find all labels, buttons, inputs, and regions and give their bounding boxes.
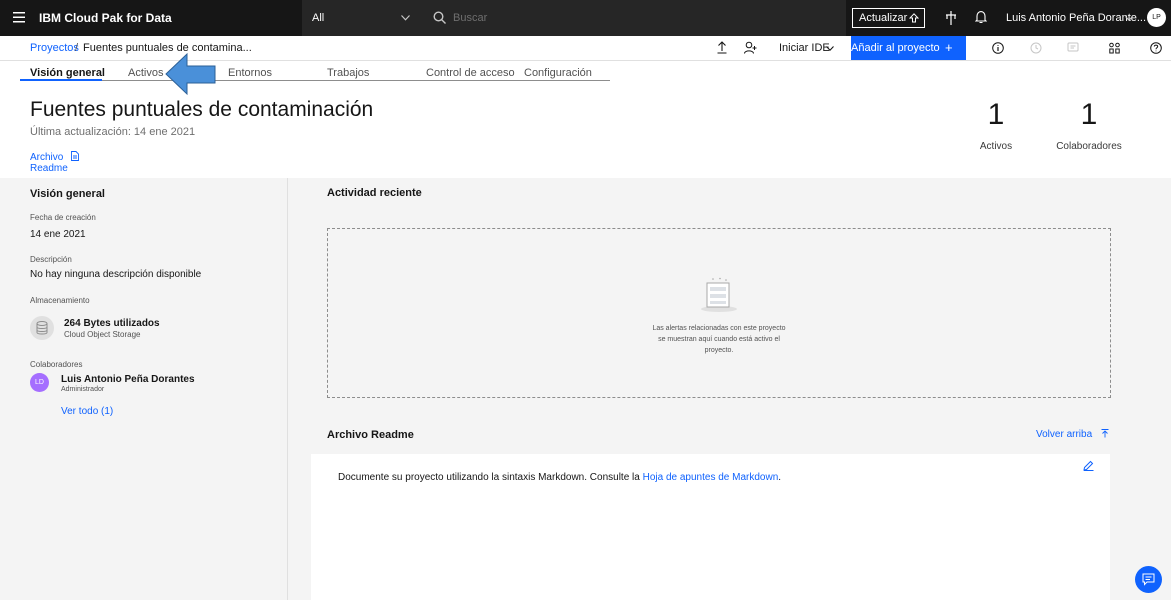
hamburger-menu-icon[interactable] <box>13 12 25 23</box>
storage-used: 264 Bytes utilizados <box>64 318 160 329</box>
description-label: Descripción <box>30 255 72 264</box>
upload-icon[interactable] <box>717 41 727 54</box>
collaborator-role: Administrador <box>61 386 105 393</box>
upgrade-label: Actualizar <box>859 12 908 24</box>
view-all-collaborators-link[interactable]: Ver todo (1) <box>61 406 113 417</box>
readme-text-body: Documente su proyecto utilizando la sint… <box>338 472 640 483</box>
back-to-top-link[interactable]: Volver arriba <box>1036 429 1109 440</box>
collaborator-name: Luis Antonio Peña Dorantes <box>61 374 195 385</box>
readme-content: Documente su proyecto utilizando la sint… <box>311 454 1110 600</box>
page-title: Fuentes puntuales de contaminación <box>30 98 374 121</box>
pin-icon[interactable] <box>945 11 957 25</box>
history-icon <box>1030 42 1042 54</box>
chat-help-button[interactable] <box>1135 566 1162 593</box>
collaborators-count: 1 <box>1080 98 1098 131</box>
scope-dropdown[interactable]: All <box>302 0 424 36</box>
creation-date-value: 14 ene 2021 <box>30 229 86 240</box>
document-icon <box>71 151 80 161</box>
empty-state-line-1: Las alertas relacionadas con este proyec… <box>652 325 786 332</box>
collaborators-count-label: Colaboradores <box>1056 141 1122 152</box>
active-tab-indicator <box>20 79 102 81</box>
assets-count: 1 <box>987 98 1005 131</box>
user-menu-chevron-icon[interactable] <box>1125 16 1133 21</box>
archive-link-label: Archivo <box>30 152 64 163</box>
storage-type: Cloud Object Storage <box>64 330 141 339</box>
search-placeholder: Buscar <box>453 12 488 24</box>
collaborator-avatar: LD <box>30 373 49 392</box>
plus-icon: + <box>945 40 953 55</box>
info-icon[interactable] <box>992 42 1004 54</box>
description-value: No hay ninguna descripción disponible <box>30 269 202 280</box>
recent-activity-empty-state: Las alertas relacionadas con este proyec… <box>327 228 1111 398</box>
project-tabs: Visión general Activos Entornos Trabajos… <box>0 60 610 81</box>
collaborators-label: Colaboradores <box>30 360 83 369</box>
assets-count-label: Activos <box>979 141 1013 152</box>
arrow-up-to-top-icon <box>1101 429 1109 438</box>
top-navigation-bar: IBM Cloud Pak for Data All Buscar Actual… <box>0 0 1171 36</box>
storage-database-icon <box>30 316 54 340</box>
product-name[interactable]: IBM Cloud Pak for Data <box>39 0 172 36</box>
markdown-cheatsheet-link[interactable]: Hoja de apuntes de Markdown <box>643 472 779 483</box>
notification-bell-icon[interactable] <box>975 10 987 24</box>
edit-pencil-icon[interactable] <box>1083 460 1094 471</box>
launch-ide-button[interactable]: Iniciar IDE <box>779 36 830 60</box>
upgrade-arrow-icon <box>909 13 919 23</box>
overview-panel: Visión general Fecha de creación 14 ene … <box>0 178 288 600</box>
archive-link[interactable]: Archivo <box>30 151 80 163</box>
empty-state-line-2: se muestran aquí cuando está activo el <box>658 336 780 343</box>
recent-activity-heading: Actividad reciente <box>327 187 422 199</box>
empty-state-line-3: proyecto. <box>704 347 734 354</box>
empty-state-illustration-icon <box>698 277 740 313</box>
readme-link[interactable]: Readme <box>30 163 68 174</box>
last-updated: Última actualización: 14 ene 2021 <box>30 126 196 138</box>
readme-text-period: . <box>778 472 782 483</box>
help-icon[interactable] <box>1150 42 1162 54</box>
search-icon <box>433 11 446 24</box>
upgrade-button[interactable]: Actualizar <box>852 8 925 28</box>
storage-label: Almacenamiento <box>30 296 90 305</box>
tabs-divider <box>20 80 610 81</box>
chevron-down-icon <box>401 15 410 21</box>
overview-heading: Visión general <box>30 188 105 200</box>
creation-date-label: Fecha de creación <box>30 213 96 222</box>
breadcrumb-separator: / <box>75 42 79 54</box>
back-to-top-label: Volver arriba <box>1036 429 1093 440</box>
search-input[interactable]: Buscar <box>424 0 846 36</box>
user-avatar[interactable]: LP <box>1147 8 1166 27</box>
pointer-arrow-annotation <box>160 52 220 96</box>
scope-value: All <box>312 12 325 24</box>
readme-text: Documente su proyecto utilizando la sint… <box>338 472 781 483</box>
settings-grid-icon[interactable] <box>1109 42 1120 54</box>
breadcrumb-projects[interactable]: Proyectos <box>30 36 79 60</box>
comments-icon <box>1067 42 1079 54</box>
add-to-project-label: Añadir al proyecto <box>851 42 940 54</box>
add-collaborator-icon[interactable] <box>744 41 757 54</box>
add-to-project-button[interactable]: Añadir al proyecto + <box>851 36 966 60</box>
launch-ide-chevron-icon[interactable] <box>826 46 834 51</box>
readme-heading: Archivo Readme <box>327 429 414 441</box>
